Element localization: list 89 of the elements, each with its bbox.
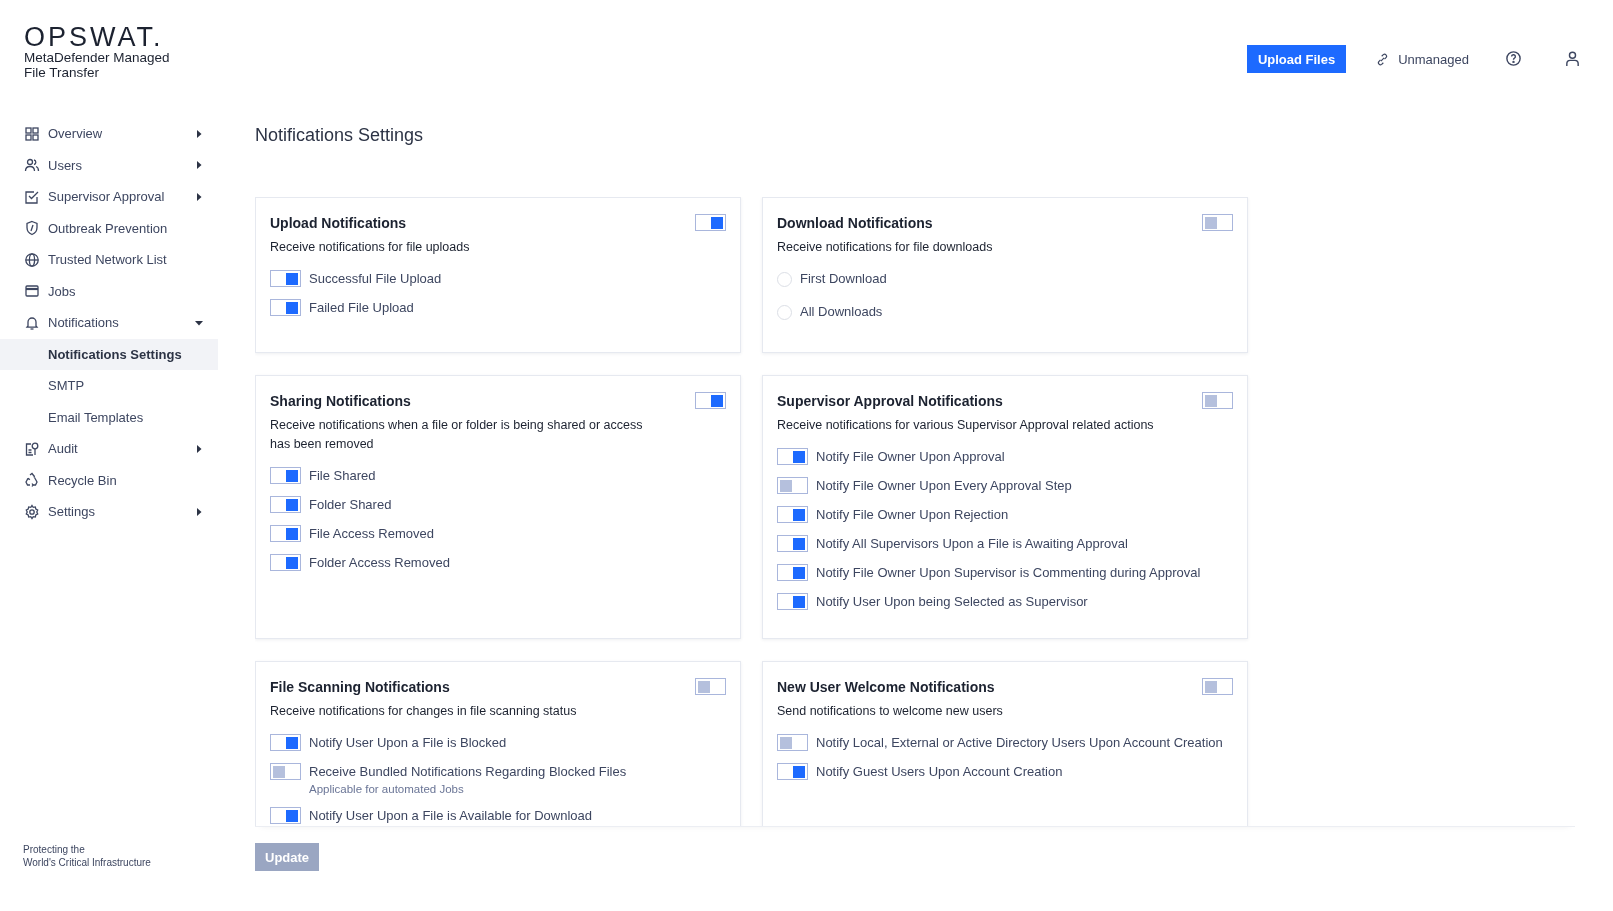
toggle-switch[interactable] [1202,678,1233,695]
product-name: MetaDefender Managed [24,50,171,65]
sidebar-subitem[interactable]: Notifications Settings [0,338,218,370]
toggle-switch[interactable] [777,506,808,523]
tagline: Protecting the [23,843,86,856]
sidebar-item[interactable]: Trusted Network List [0,244,218,276]
sidebar-item[interactable]: Supervisor Approval [0,181,218,213]
broken-link-icon [1376,52,1390,66]
sidebar-item[interactable]: Users [0,149,218,181]
document-icon [24,440,40,457]
product-name: File Transfer [24,65,101,80]
card-description: Send notifications to welcome new users [777,703,1004,720]
toggle-switch[interactable] [270,270,301,287]
toggle-switch[interactable] [270,525,301,542]
sidebar-item[interactable]: Notifications [0,307,218,339]
option-label: Notify File Owner Upon Rejection [816,506,1009,523]
option-label: Failed File Upload [309,299,414,316]
card-description: Receive notifications for file uploads [270,239,471,256]
card-description: Receive notifications when a file or folder is being shared or access has been removed [270,417,644,453]
card-title: Download Notifications [777,214,933,232]
option-label: File Access Removed [309,525,434,542]
sidebar-subitem[interactable]: SMTP [0,370,218,402]
option-label: Notify User Upon being Selected as Supervisor [816,593,1088,610]
option-label: Notify Local, External or Active Directory Users Upon Account Creation [816,734,1223,751]
option-note: Applicable for automated Jobs [309,783,465,795]
option-label: File Shared [309,467,376,484]
toggle-switch[interactable] [695,392,726,409]
card-title: Upload Notifications [270,214,407,232]
toggle-switch[interactable] [777,564,808,581]
card-description: Receive notifications for various Supervisor Approval related actions [777,417,1155,434]
toggle-switch[interactable] [270,554,301,571]
sidebar-item[interactable]: Overview [0,118,218,150]
option-label: Notify Guest Users Upon Account Creation [816,763,1063,780]
option-label: Notify File Owner Upon Every Approval Step [816,477,1072,494]
settings-icon [24,503,40,520]
toggle-switch[interactable] [270,299,301,316]
toggle-switch[interactable] [270,763,301,780]
users-icon [24,157,40,174]
toggle-switch[interactable] [695,678,726,695]
option-label: First Download [800,270,887,287]
option-label: Notify All Supervisors Upon a File is Awaiting Approval [816,535,1128,552]
company-logo: OPSWAT. [24,24,165,50]
shield-icon [24,220,40,237]
toggle-switch[interactable] [695,214,726,231]
toggle-switch[interactable] [270,467,301,484]
recycle-icon [24,472,40,489]
toggle-switch[interactable] [777,477,808,494]
card-title: Supervisor Approval Notifications [777,392,1003,410]
option-label: Successful File Upload [309,270,442,287]
toggle-switch[interactable] [777,763,808,780]
toggle-switch[interactable] [1202,214,1233,231]
option-label: All Downloads [800,303,883,320]
option-label: Notify User Upon a File is Blocked [309,734,507,751]
card-description: Receive notifications for file downloads [777,239,994,256]
sidebar-item[interactable]: Settings [0,496,218,528]
card-title: Sharing Notifications [270,392,411,410]
help-icon[interactable] [1505,50,1522,67]
toggle-switch[interactable] [777,593,808,610]
toggle-switch[interactable] [777,734,808,751]
option-label: Folder Shared [309,496,392,513]
toggle-switch[interactable] [777,448,808,465]
card-description: Receive notifications for changes in file scanning status [270,703,578,720]
checkbox-icon [24,188,40,205]
tagline: World's Critical Infrastructure [23,856,152,869]
option-label: Notify User Upon a File is Available for Download [309,807,592,824]
sidebar-item[interactable]: Recycle Bin [0,464,218,496]
sidebar-item[interactable]: Outbreak Prevention [0,212,218,244]
sidebar-item[interactable]: Audit [0,433,218,465]
toggle-switch[interactable] [270,734,301,751]
option-label: Receive Bundled Notifications Regarding Blocked Files [309,763,627,780]
user-icon[interactable] [1564,50,1581,67]
toggle-switch[interactable] [1202,392,1233,409]
status-label: Unmanaged [1398,51,1469,67]
toggle-switch[interactable] [270,496,301,513]
sidebar-subitem[interactable]: Email Templates [0,401,218,433]
window-icon [24,283,40,300]
option-label: Folder Access Removed [309,554,450,571]
option-label: Notify File Owner Upon Supervisor is Commenting during Approval [816,564,1201,581]
grid-icon [24,125,40,142]
card-title: New User Welcome Notifications [777,678,995,696]
card-title: File Scanning Notifications [270,678,450,696]
toggle-switch[interactable] [270,807,301,824]
upload-files-button[interactable]: Upload Files [1246,45,1347,73]
bell-icon [24,314,40,331]
globe-icon [24,251,40,268]
toggle-switch[interactable] [777,535,808,552]
page-title: Notifications Settings [255,124,425,146]
sidebar-item[interactable]: Jobs [0,275,218,307]
option-label: Notify File Owner Upon Approval [816,448,1005,465]
